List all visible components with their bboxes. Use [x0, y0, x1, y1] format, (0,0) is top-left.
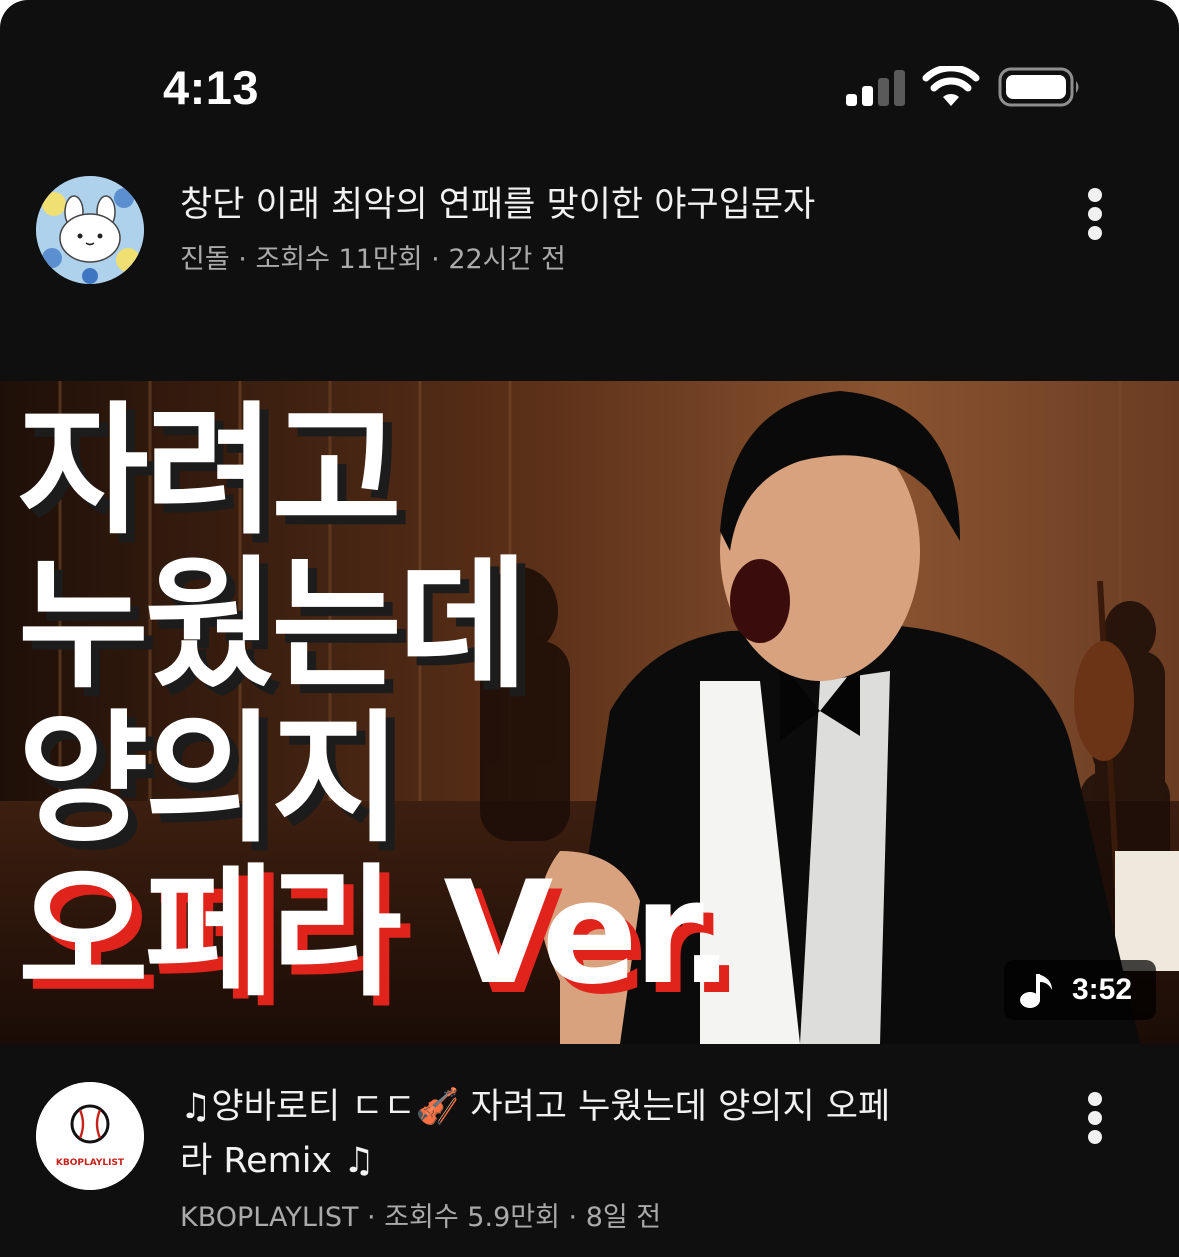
duration-badge: 3:52	[1004, 960, 1156, 1020]
video-title[interactable]: ♫양바로티 ㄷㄷ🎻 자려고 누웠는데 양의지 오페 라 Remix ♫	[180, 1080, 1060, 1188]
thumbnail-text-line: 자려고	[18, 389, 402, 554]
music-note-icon	[1020, 974, 1052, 1008]
separator: ·	[358, 1202, 385, 1233]
video-item[interactable]: KBOPLAYLIST ♫양바로티 ㄷㄷ🎻 자려고 누웠는데 양의지 오페 라 …	[0, 1060, 1179, 1257]
video-title-line: 라 Remix ♫	[180, 1141, 375, 1181]
thumbnail-text-line: 누웠는데	[18, 543, 529, 708]
video-title[interactable]: 창단 이래 최악의 연패를 맞이한 야구입문자	[180, 178, 1040, 232]
channel-name[interactable]: 진돌	[180, 244, 230, 275]
upload-age: 8일 전	[585, 1202, 662, 1233]
video-item[interactable]: 창단 이래 최악의 연패를 맞이한 야구입문자 진돌 · 조회수 11만회 · …	[0, 170, 1179, 310]
video-thumbnail[interactable]: 자려고 누웠는데 양의지 오페라 Ver.	[0, 381, 1179, 1044]
duration-text: 3:52	[1072, 973, 1133, 1006]
thumbnail-text-line: 오페라 Ver.	[18, 851, 734, 1016]
view-count: 조회수 5.9만회	[384, 1202, 560, 1233]
avatar-logo-text: KBOPLAYLIST	[55, 1158, 125, 1168]
thumbnail-text-line: 양의지	[18, 697, 402, 862]
white-rabbit-avatar-icon[interactable]	[36, 176, 144, 284]
video-title-line: ♫양바로티 ㄷㄷ🎻 자려고 누웠는데 양의지 오페	[180, 1087, 891, 1127]
separator: ·	[559, 1202, 586, 1233]
wifi-icon	[922, 66, 980, 106]
cellular-signal-icon	[846, 70, 906, 106]
separator: ·	[422, 244, 449, 275]
phone-screen: 4:13 창단 이래 최악의 연패를 맞이한 야구입문자 진돌 · 조회수 11…	[0, 0, 1179, 1257]
channel-name[interactable]: KBOPLAYLIST	[180, 1202, 358, 1233]
status-time: 4:13	[163, 61, 260, 114]
view-count: 조회수 11만회	[255, 244, 423, 275]
more-vert-icon[interactable]	[1080, 186, 1110, 242]
video-metadata: KBOPLAYLIST · 조회수 5.9만회 · 8일 전	[180, 1200, 1060, 1236]
baseball-logo-avatar-icon[interactable]: KBOPLAYLIST	[36, 1082, 144, 1190]
upload-age: 22시간 전	[448, 244, 566, 275]
battery-icon	[998, 67, 1079, 107]
separator: ·	[229, 244, 256, 275]
video-metadata: 진돌 · 조회수 11만회 · 22시간 전	[180, 242, 1040, 278]
more-vert-icon[interactable]	[1080, 1090, 1110, 1146]
